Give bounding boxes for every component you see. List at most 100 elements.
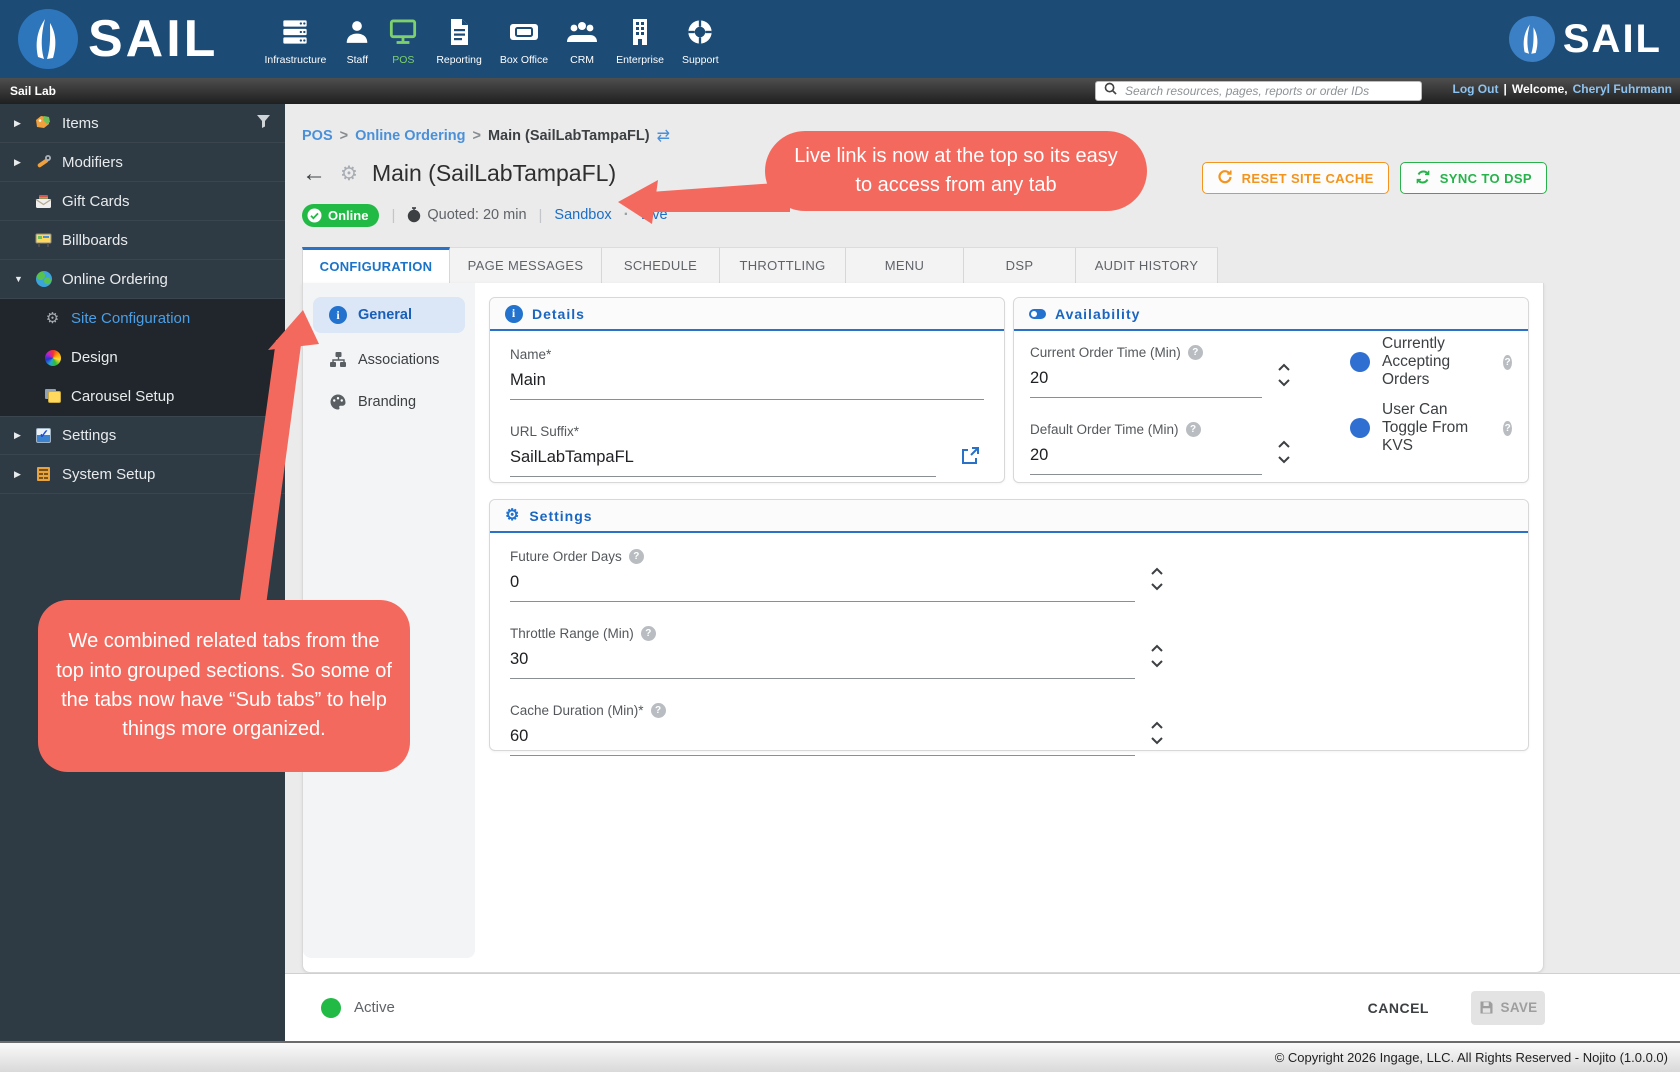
url-suffix-input[interactable]: SailLabTampaFL [510,448,936,477]
nav-reporting[interactable]: Reporting [436,18,482,66]
user-can-toggle-kvs-toggle[interactable] [1330,418,1370,438]
tab-throttling[interactable]: THROTTLING [720,247,846,283]
sidebar-item-carousel-setup[interactable]: Carousel Setup [0,377,285,416]
subtab-label: General [358,307,412,323]
caret-right-icon[interactable]: ▶ [14,469,25,480]
availability-panel-title: Availability [1055,306,1140,322]
active-toggle[interactable] [301,998,341,1018]
nav-pos[interactable]: POS [388,18,418,66]
throttle-range-field: Throttle Range (Min) ? 30 [510,626,1165,679]
help-icon[interactable]: ? [1503,421,1512,436]
search-input[interactable] [1125,84,1413,98]
caret-right-icon[interactable]: ▶ [14,118,25,129]
sidebar-item-site-configuration[interactable]: ⚙ Site Configuration [0,299,285,338]
nav-crm[interactable]: CRM [566,18,598,66]
caret-right-icon[interactable]: ▶ [14,157,25,168]
nav-staff[interactable]: Staff [344,18,370,66]
help-icon[interactable]: ? [629,549,644,564]
gift-cards-icon [35,193,52,210]
callout-live-link: Live link is now at the top so its easy … [765,131,1147,211]
sail-logo[interactable]: SAIL [18,9,218,69]
default-order-time-field: Default Order Time (Min) ? 20 [1030,422,1292,475]
divider: | [539,207,543,224]
currently-accepting-orders-toggle[interactable] [1330,352,1370,372]
caret-down-icon[interactable]: ▼ [14,274,25,284]
help-icon[interactable]: ? [641,626,656,641]
back-arrow-icon[interactable]: ← [302,162,326,186]
tab-dsp[interactable]: DSP [964,247,1076,283]
items-icon [35,115,52,132]
nav-box-office[interactable]: Box Office [500,18,548,66]
cancel-button[interactable]: CANCEL [1368,1000,1429,1016]
active-toggle-label: Active [354,999,395,1016]
sidebar-item-modifiers[interactable]: ▶ Modifiers [0,143,285,182]
number-stepper[interactable] [1276,361,1292,394]
url-suffix-field: URL Suffix* SailLabTampaFL [510,424,984,477]
subtab-general[interactable]: i General [313,297,465,333]
throttle-range-input[interactable]: 30 [510,650,1135,679]
sidebar-item-label: System Setup [62,466,155,483]
help-icon[interactable]: ? [1186,422,1201,437]
sidebar-item-items[interactable]: ▶ Items [0,104,285,143]
swap-icon[interactable]: ⇄ [657,126,670,146]
sidebar-item-billboards[interactable]: Billboards [0,221,285,260]
breadcrumb-online-ordering[interactable]: Online Ordering [355,128,465,144]
number-stepper[interactable] [1149,719,1165,752]
system-setup-icon [35,466,52,483]
tab-page-messages[interactable]: PAGE MESSAGES [450,247,602,283]
sidebar-item-system-setup[interactable]: ▶ System Setup [0,455,285,494]
filter-icon[interactable] [256,114,271,132]
current-order-time-input[interactable]: 20 [1030,369,1262,398]
nav-support[interactable]: Support [682,18,719,66]
sync-to-dsp-label: SYNC TO DSP [1440,171,1532,186]
sidebar-item-label: Carousel Setup [71,388,174,405]
external-link-icon[interactable] [960,446,980,471]
cache-duration-label: Cache Duration (Min)* [510,703,644,718]
billboards-icon [35,232,52,249]
module-nav: Infrastructure Staff POS Reporting Box O… [264,18,718,66]
dot-separator: · [624,206,629,224]
logout-link[interactable]: Log Out [1452,82,1498,96]
main-content: POS > Online Ordering > Main (SailLabTam… [285,104,1680,1041]
subtab-associations[interactable]: Associations [303,339,475,381]
sidebar-item-label: Design [71,349,118,366]
sail-logo-right: SAIL [1509,16,1662,62]
toggle-icon [1029,309,1046,319]
breadcrumb-pos[interactable]: POS [302,128,333,144]
sidebar-item-design[interactable]: Design [0,338,285,377]
tab-configuration[interactable]: CONFIGURATION [302,247,450,283]
number-stepper[interactable] [1149,565,1165,598]
nav-infrastructure[interactable]: Infrastructure [264,18,326,66]
sail-logo-text: SAIL [88,13,218,65]
sidebar-item-online-ordering[interactable]: ▼ Online Ordering [0,260,285,299]
name-field-label: Name* [510,347,551,362]
sidebar-item-gift-cards[interactable]: Gift Cards [0,182,285,221]
name-field-input[interactable]: Main [510,371,984,400]
number-stepper[interactable] [1149,642,1165,675]
sandbox-link[interactable]: Sandbox [554,207,611,223]
tab-audit-history[interactable]: AUDIT HISTORY [1076,247,1218,283]
future-order-days-input[interactable]: 0 [510,573,1135,602]
caret-right-icon[interactable]: ▶ [14,430,25,441]
default-order-time-input[interactable]: 20 [1030,446,1262,475]
reset-site-cache-button[interactable]: RESET SITE CACHE [1202,162,1389,194]
sync-to-dsp-button[interactable]: SYNC TO DSP [1400,162,1547,194]
nav-enterprise[interactable]: Enterprise [616,18,664,66]
help-icon[interactable]: ? [651,703,666,718]
save-button[interactable]: SAVE [1471,991,1545,1025]
cache-duration-input[interactable]: 60 [510,727,1135,756]
help-icon[interactable]: ? [1503,355,1512,370]
name-field: Name* Main [510,347,984,400]
help-icon[interactable]: ? [1188,345,1203,360]
tab-menu[interactable]: MENU [846,247,964,283]
person-icon [344,18,370,51]
live-link[interactable]: Live [641,207,668,223]
number-stepper[interactable] [1276,438,1292,471]
monitor-icon [388,18,418,51]
user-name-link[interactable]: Cheryl Fuhrmann [1573,82,1672,96]
sidebar-item-settings[interactable]: ▶ Settings [0,416,285,455]
subtab-branding[interactable]: Branding [303,381,475,423]
modifiers-icon [35,154,52,171]
tab-schedule[interactable]: SCHEDULE [602,247,720,283]
associations-icon [329,351,347,369]
